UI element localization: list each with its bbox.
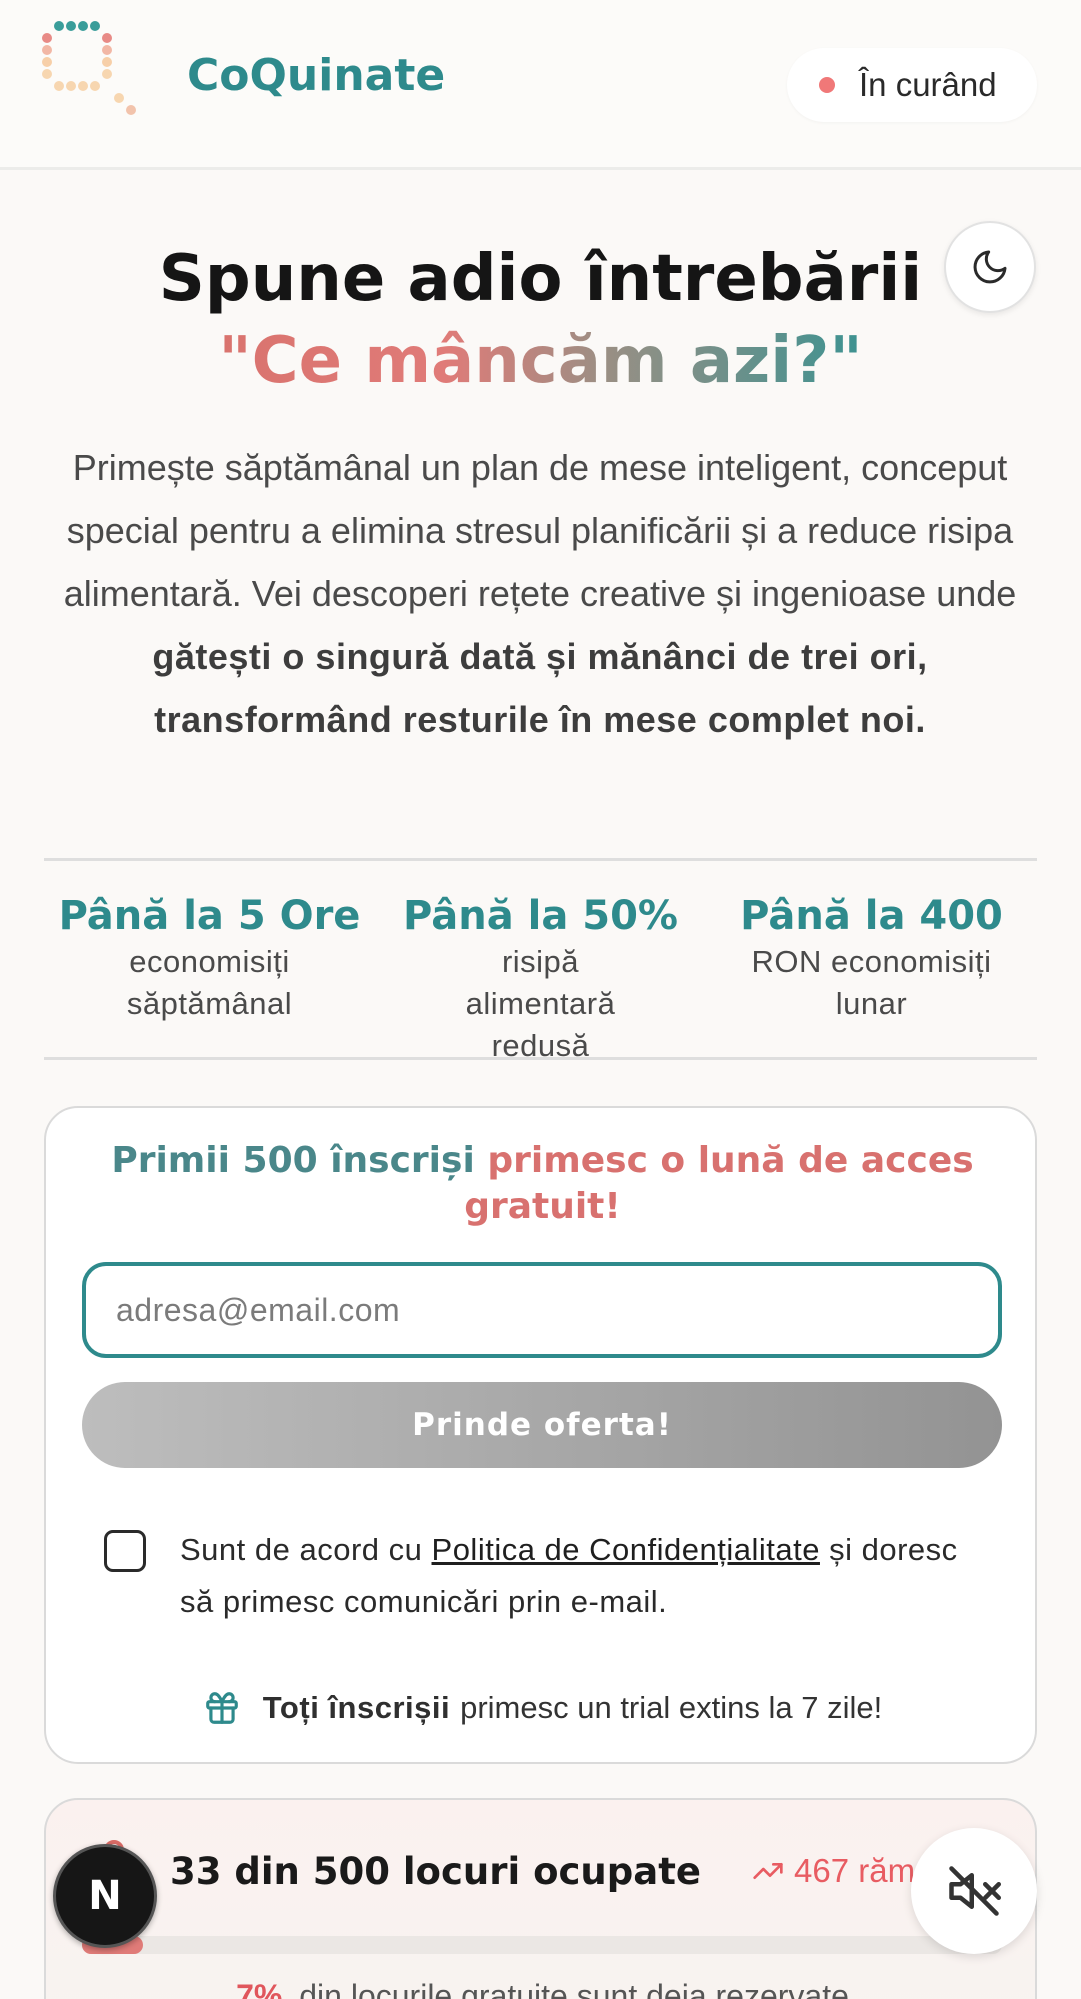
stat-label: risipă alimentară redusă (465, 944, 616, 1063)
trial-text: primesc un trial extins la 7 zile! (460, 1690, 883, 1725)
site-header: CoQuinate În curând (0, 0, 1081, 170)
progress-card: 33 din 500 locuri ocupate 467 rămase 7% … (44, 1798, 1037, 1999)
consent-checkbox[interactable] (104, 1530, 146, 1572)
trial-note: Toți înscrișii primesc un trial extins l… (46, 1686, 1039, 1730)
description-bold: gătești o singură dată și mănânci de tre… (152, 636, 928, 740)
nav-badge-button[interactable]: N (53, 1844, 157, 1948)
mute-button[interactable] (911, 1828, 1037, 1954)
stat-value: Până la 5 Ore (58, 893, 361, 939)
stat-value: Până la 50% (403, 893, 678, 939)
offer-part2: primesc o lună de acces gratuit! (464, 1140, 974, 1227)
logo-icon[interactable] (42, 20, 142, 120)
stat-label: RON economisiți lunar (751, 944, 992, 1021)
stat-money: Până la 400 RON economisiți lunar (706, 891, 1037, 1025)
signup-card: Primii 500 înscriși primesc o lună de ac… (44, 1106, 1037, 1764)
progress-note-text: din locurile gratuite sunt deja rezervat… (299, 1978, 849, 1999)
consent-label: Sunt de acord cu Politica de Confidenția… (180, 1524, 980, 1628)
stats-section: Până la 5 Ore economisiți săptămânal Pân… (44, 858, 1037, 1063)
progress-title: 33 din 500 locuri ocupate (170, 1850, 701, 1893)
stat-hours: Până la 5 Ore economisiți săptămânal (44, 891, 375, 1025)
gift-icon (205, 1692, 238, 1724)
status-dot (819, 77, 835, 93)
stat-value: Până la 400 (740, 893, 1003, 939)
progress-percent: 7% (236, 1978, 283, 1999)
volume-mute-icon (949, 1866, 1001, 1916)
offer-headline: Primii 500 înscriși primesc o lună de ac… (46, 1138, 1039, 1230)
stat-label: economisiți săptămânal (126, 944, 293, 1021)
hero-title: Spune adio întrebării (158, 242, 923, 316)
trending-up-icon (753, 1863, 783, 1879)
consent-before: Sunt de acord cu (180, 1532, 423, 1567)
privacy-policy-link[interactable]: Politica de Confidențialitate (432, 1532, 820, 1567)
status-badge: În curând (787, 48, 1037, 122)
get-offer-button[interactable]: Prinde oferta! (82, 1382, 1002, 1468)
description-text: Primește săptămânal un plan de mese inte… (63, 447, 1017, 614)
hero-subtitle-text: "Ce mâncăm azi?" (218, 324, 863, 398)
trial-bold: Toți înscrișii (262, 1690, 451, 1725)
offer-part1: Primii 500 înscriși (111, 1140, 475, 1181)
progress-bar (82, 1936, 1002, 1954)
progress-note: 7% din locurile gratuite sunt deja rezer… (46, 1978, 1039, 1999)
stat-waste: Până la 50% risipă alimentară redusă (375, 891, 706, 1067)
hero-description: Primește săptămânal un plan de mese inte… (40, 436, 1040, 751)
status-text: În curând (859, 66, 997, 103)
brand-name[interactable]: CoQuinate (187, 50, 445, 101)
email-input[interactable] (82, 1262, 1002, 1358)
hero-subtitle: "Ce mâncăm azi?" (0, 320, 1081, 402)
